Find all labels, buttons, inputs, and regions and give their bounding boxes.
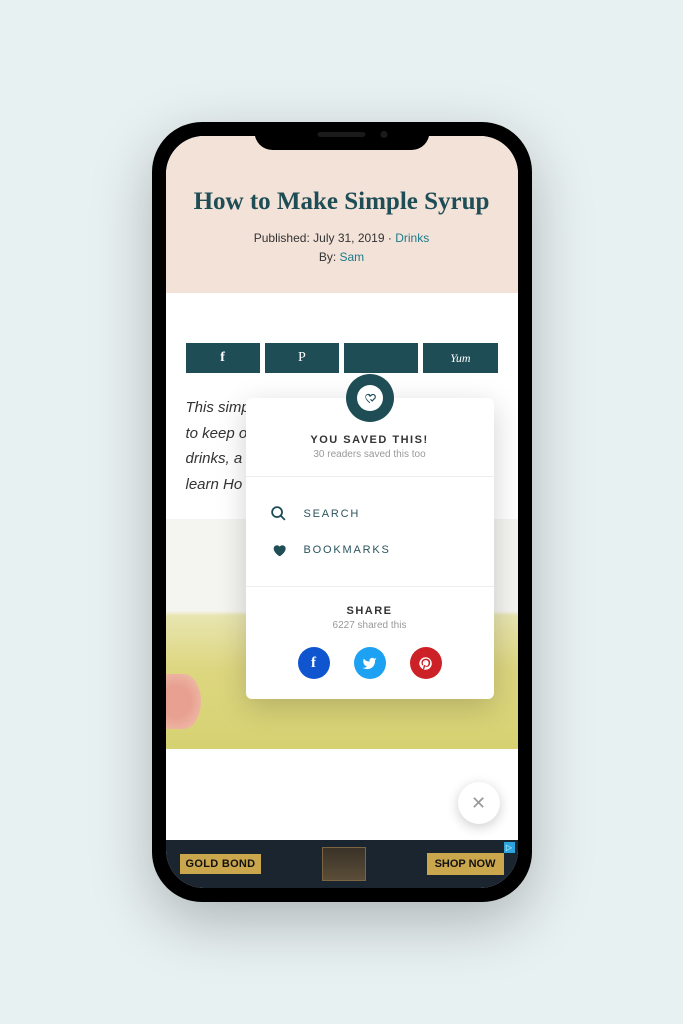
share-pinterest-button[interactable]: P xyxy=(265,343,339,373)
facebook-icon: f xyxy=(311,655,316,672)
share-pinterest-icon[interactable] xyxy=(410,647,442,679)
published-label: Published: xyxy=(254,231,310,245)
share-title: SHARE xyxy=(246,605,494,617)
popover-share-section: SHARE 6227 shared this f xyxy=(246,587,494,679)
saved-subtitle: 30 readers saved this too xyxy=(246,449,494,460)
article-meta-author: By: Sam xyxy=(186,250,498,264)
share-icons-row: f xyxy=(246,647,494,679)
share-twitter-icon[interactable] xyxy=(354,647,386,679)
heart-icon xyxy=(270,542,288,558)
saved-title: YOU SAVED THIS! xyxy=(246,434,494,446)
published-date: July 31, 2019 xyxy=(313,231,384,245)
phone-notch xyxy=(254,122,429,150)
grow-popover: YOU SAVED THIS! 30 readers saved this to… xyxy=(246,398,494,699)
popover-badge xyxy=(346,374,394,422)
share-bar: f P Yum xyxy=(186,343,498,373)
share-facebook-button[interactable]: f xyxy=(186,343,260,373)
pinterest-icon xyxy=(418,656,433,671)
article-meta-published: Published: July 31, 2019 · Drinks xyxy=(186,231,498,245)
share-facebook-icon[interactable]: f xyxy=(298,647,330,679)
twitter-icon xyxy=(362,656,377,671)
share-grow-button[interactable] xyxy=(344,343,418,373)
category-link[interactable]: Drinks xyxy=(395,231,429,245)
share-yummly-button[interactable]: Yum xyxy=(423,343,497,373)
search-menu-item[interactable]: SEARCH xyxy=(270,495,470,532)
close-icon: ✕ xyxy=(471,793,486,814)
search-icon xyxy=(270,505,288,522)
bookmarks-menu-item[interactable]: BOOKMARKS xyxy=(270,532,470,568)
author-link[interactable]: Sam xyxy=(340,250,365,264)
ad-brand: GOLD BOND xyxy=(180,854,262,874)
popover-menu: SEARCH BOOKMARKS xyxy=(246,477,494,587)
adchoices-icon[interactable]: ▷ xyxy=(504,842,515,853)
screen: How to Make Simple Syrup Published: July… xyxy=(166,136,518,888)
pinterest-icon: P xyxy=(298,350,306,366)
heart-check-icon xyxy=(357,385,383,411)
yummly-icon: Yum xyxy=(450,351,470,366)
close-button[interactable]: ✕ xyxy=(458,782,500,824)
share-subtitle: 6227 shared this xyxy=(246,620,494,631)
ad-cta-button[interactable]: SHOP NOW xyxy=(427,853,504,875)
article-header: How to Make Simple Syrup Published: July… xyxy=(166,136,518,293)
facebook-icon: f xyxy=(220,350,225,366)
phone-frame: How to Make Simple Syrup Published: July… xyxy=(152,122,532,902)
by-label: By: xyxy=(319,250,336,264)
bookmarks-label: BOOKMARKS xyxy=(304,544,391,556)
search-label: SEARCH xyxy=(304,508,361,520)
ad-banner[interactable]: GOLD BOND SHOP NOW ▷ xyxy=(166,840,518,888)
article-title: How to Make Simple Syrup xyxy=(186,186,498,217)
ad-product-image xyxy=(322,847,366,881)
